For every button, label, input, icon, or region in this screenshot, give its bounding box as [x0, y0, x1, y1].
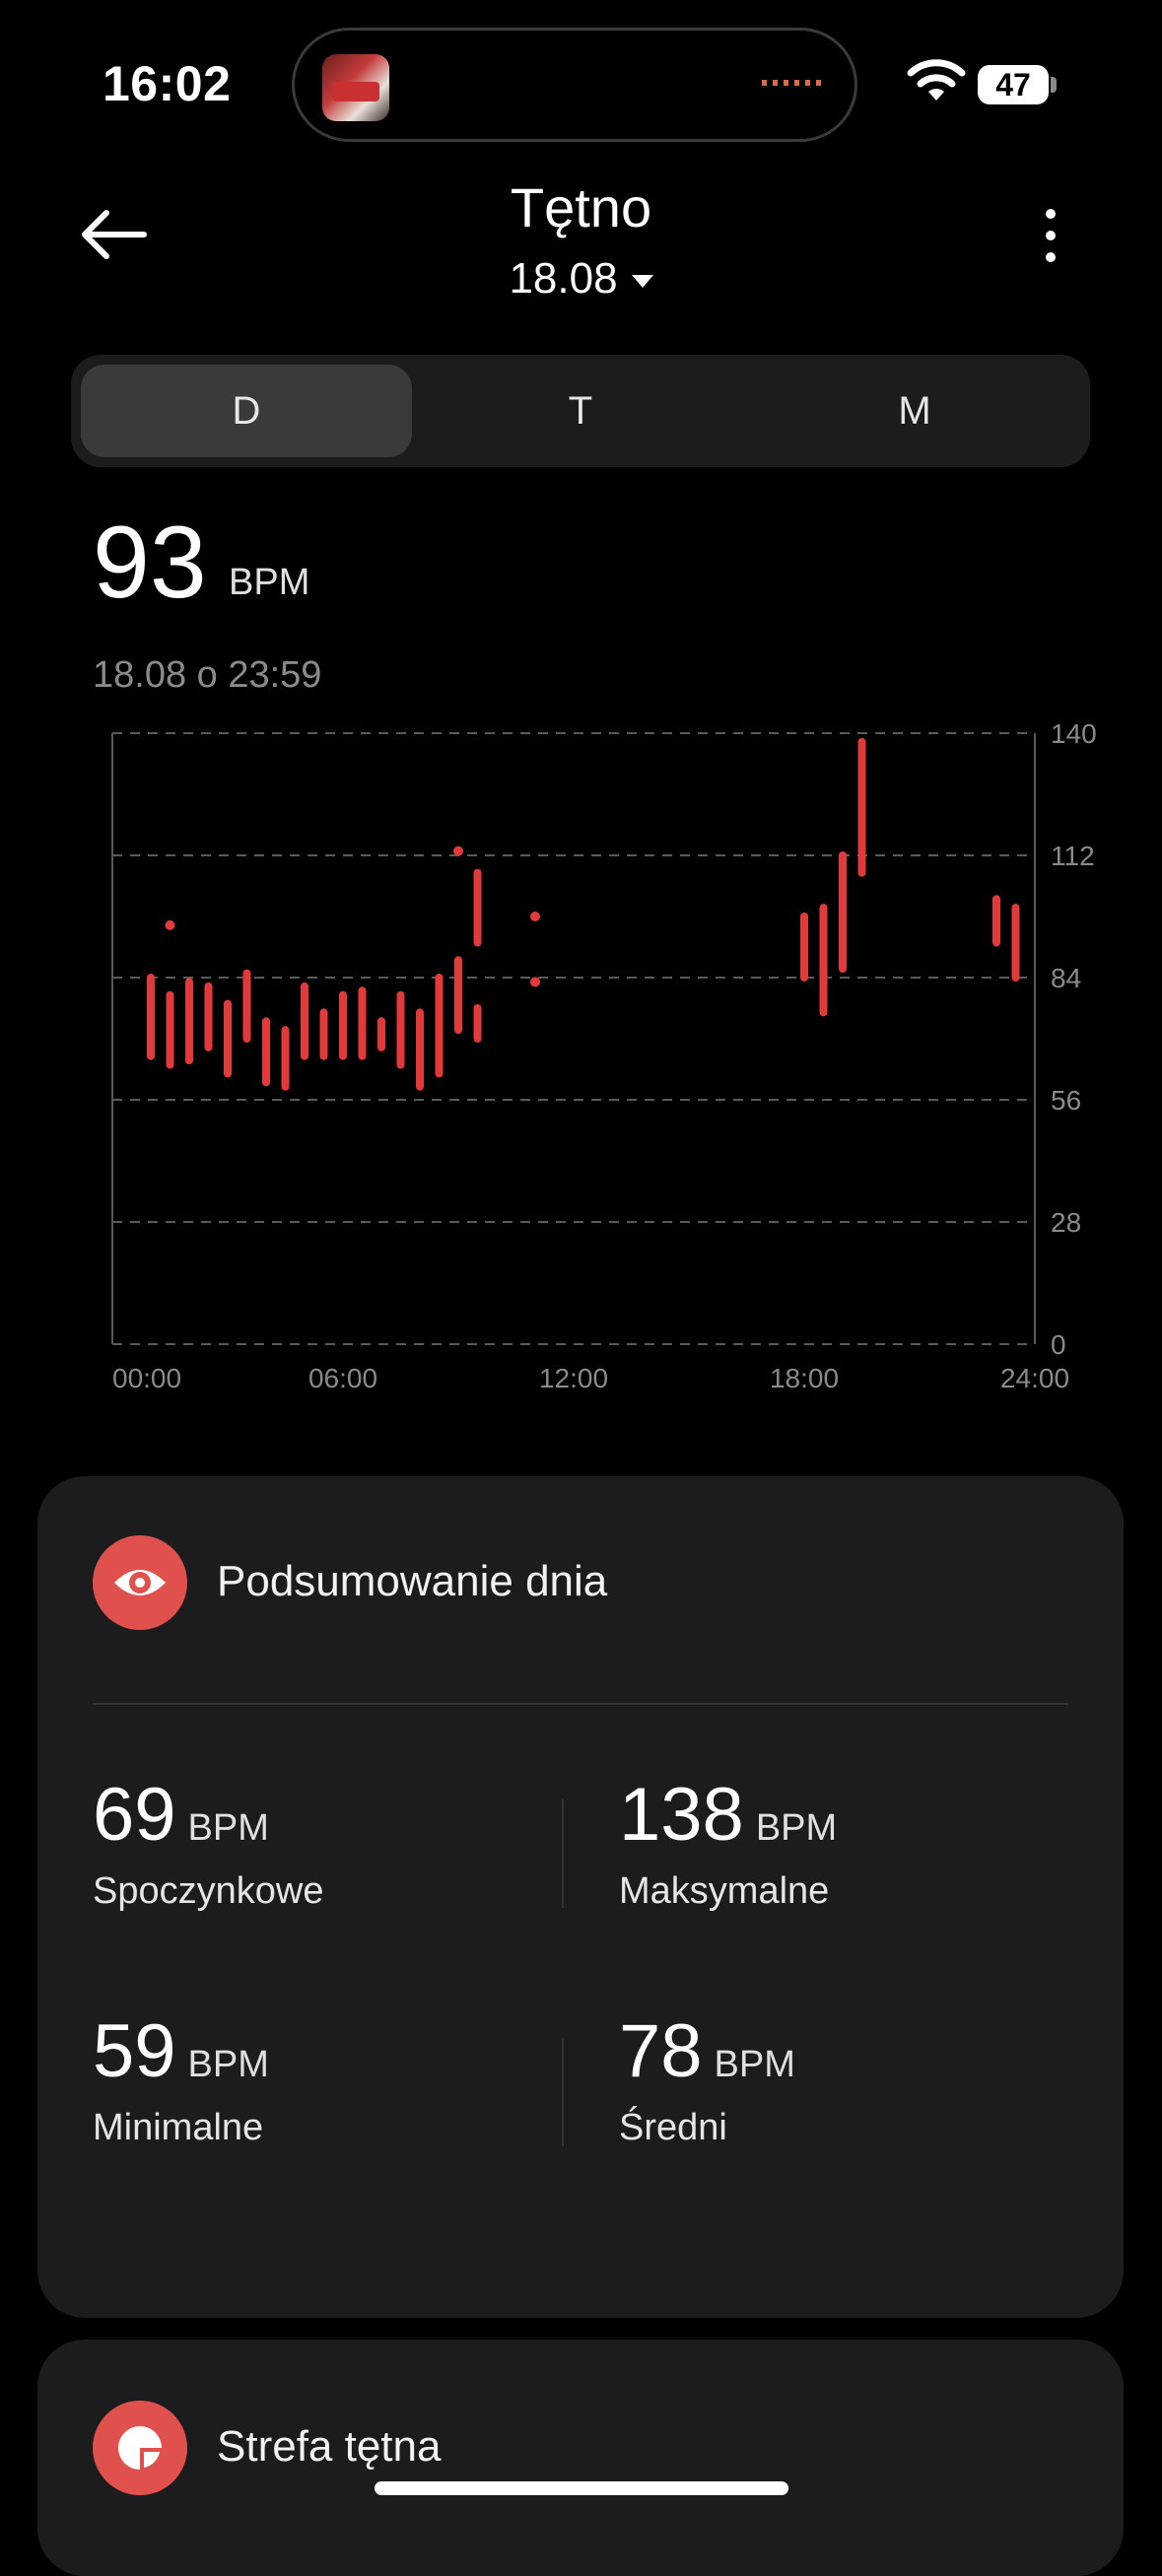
battery-tip [1051, 77, 1057, 93]
y-tick-label: 84 [1051, 963, 1081, 993]
tab-month[interactable]: M [749, 365, 1080, 457]
max-label: Maksymalne [619, 1870, 830, 1912]
date-selector[interactable]: 18.08 [0, 254, 1162, 304]
y-tick-label: 140 [1051, 718, 1097, 749]
min-label: Minimalne [93, 2107, 264, 2148]
resting-bpm: 69 BPM [93, 1773, 269, 1857]
heart-rate-point [530, 912, 540, 921]
y-tick-label: 28 [1051, 1207, 1081, 1238]
avg-bpm: 78 BPM [619, 2009, 795, 2093]
max-bpm: 138 BPM [619, 1773, 838, 1857]
status-time: 16:02 [103, 56, 232, 111]
current-bpm-value: 93 [93, 506, 207, 620]
home-indicator[interactable] [375, 2481, 788, 2495]
date-label: 18.08 [509, 254, 618, 303]
pie-chart-icon [93, 2401, 187, 2495]
battery-level: 47 [995, 66, 1031, 102]
avg-label: Średni [619, 2107, 727, 2148]
day-summary-card: Podsumowanie dnia 69 BPM Spoczynkowe 138 B… [37, 1476, 1124, 2318]
heart-rate-zone-card[interactable]: Strefa tętna [37, 2339, 1124, 2576]
more-options-icon[interactable] [1039, 209, 1062, 262]
x-tick-label: 24:00 [1000, 1363, 1069, 1393]
summary-divider [93, 1703, 1068, 1705]
heart-rate-point [165, 919, 175, 930]
stat-divider [562, 1799, 564, 1908]
heart-rate-point [453, 846, 463, 856]
now-playing-thumbnail[interactable] [322, 54, 389, 121]
y-tick-label: 56 [1051, 1085, 1081, 1116]
zone-title: Strefa tętna [217, 2422, 442, 2471]
activity-indicator-icon [762, 80, 823, 86]
heart-rate-point [530, 977, 540, 987]
eye-icon [93, 1535, 187, 1630]
y-tick-label: 0 [1051, 1329, 1066, 1360]
resting-label: Spoczynkowe [93, 1870, 324, 1912]
x-tick-label: 12:00 [539, 1363, 608, 1393]
min-bpm: 59 BPM [93, 2009, 269, 2093]
caret-down-icon [631, 274, 653, 288]
dynamic-island[interactable] [292, 28, 857, 142]
heart-rate-chart[interactable]: 140 112 84 56 28 0 00:00 06:00 12:00 18:00 24:00 [0, 710, 1162, 1419]
wifi-icon [907, 59, 966, 101]
y-tick-label: 112 [1051, 841, 1095, 871]
stat-divider [562, 2038, 564, 2146]
tab-week[interactable]: T [415, 365, 746, 457]
x-tick-label: 06:00 [308, 1363, 377, 1393]
summary-title: Podsumowanie dnia [217, 1557, 608, 1605]
x-tick-label: 00:00 [112, 1363, 181, 1393]
reading-timestamp: 18.08 o 23:59 [93, 654, 322, 696]
period-tabs: D T M [71, 355, 1090, 467]
current-bpm-unit: BPM [229, 562, 310, 603]
page-title: Tętno [510, 176, 652, 238]
battery-icon: 47 [978, 65, 1049, 104]
tab-day[interactable]: D [81, 365, 412, 457]
x-tick-label: 18:00 [770, 1363, 839, 1393]
